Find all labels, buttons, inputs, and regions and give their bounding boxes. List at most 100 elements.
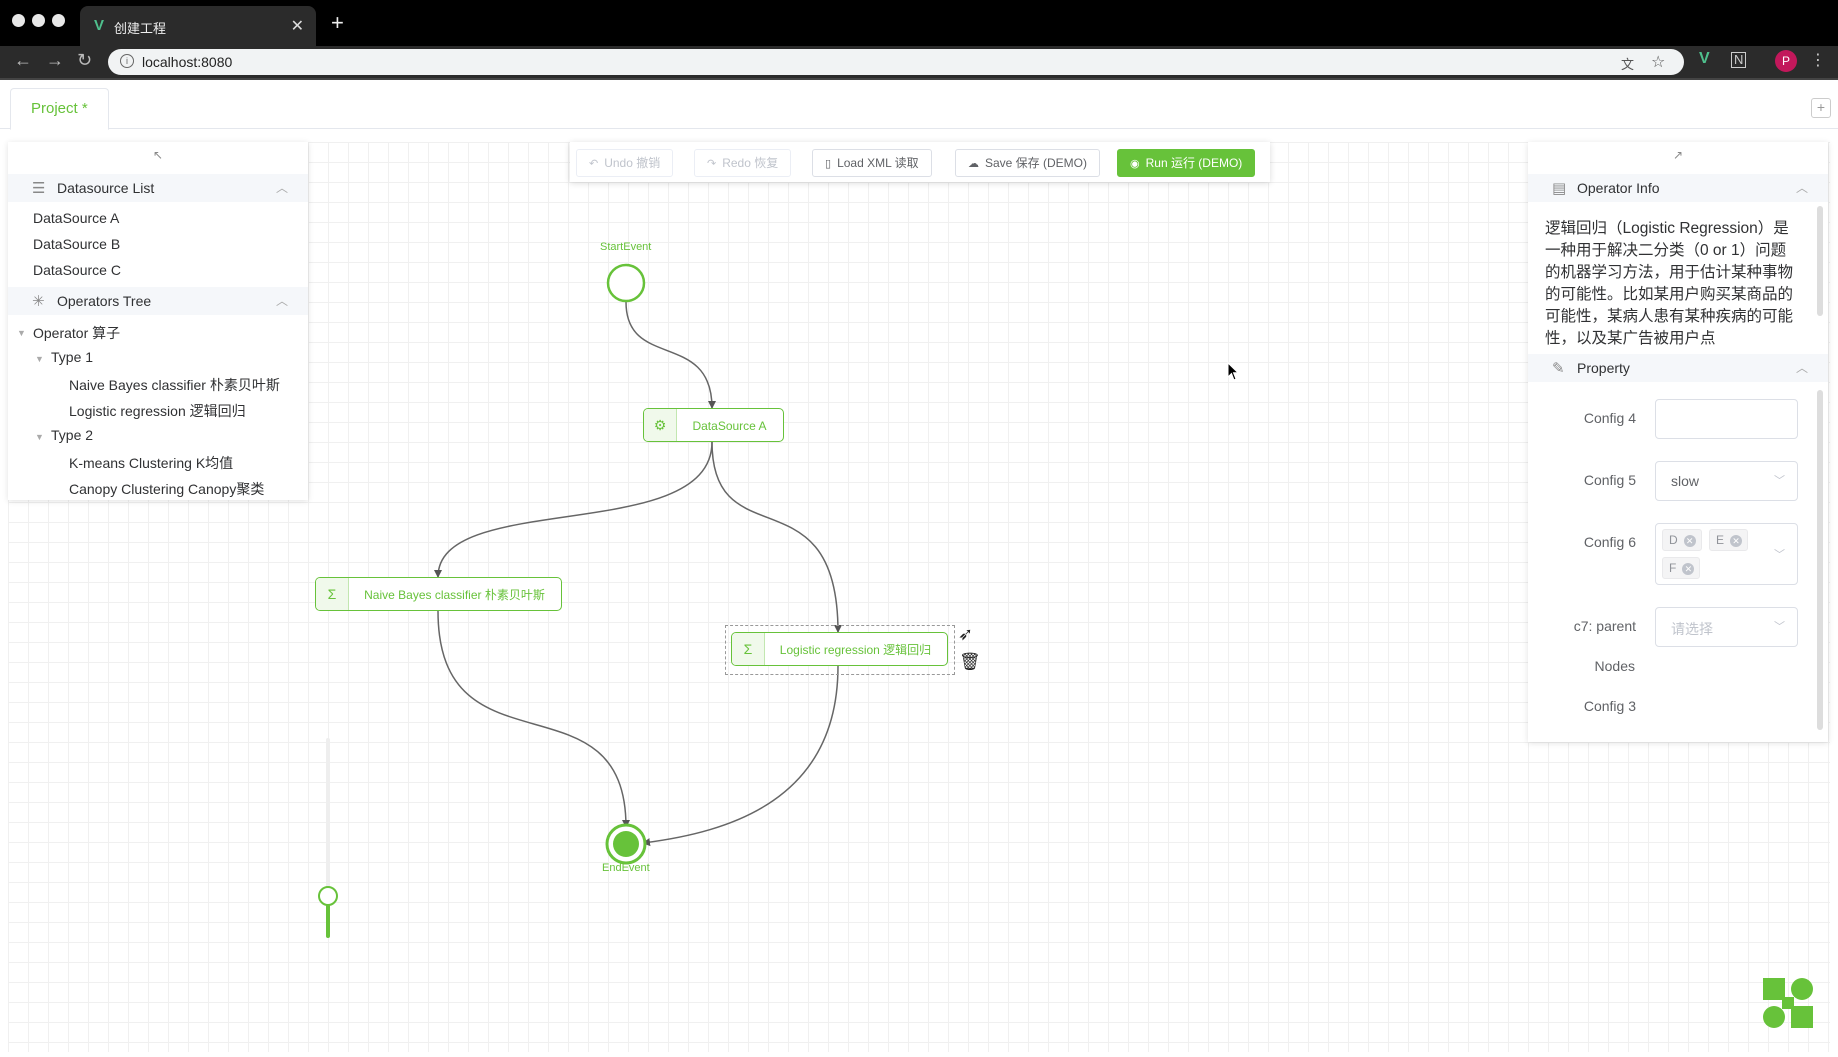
edit-icon: ✎ <box>1552 360 1565 377</box>
tag-chip: F ✕ <box>1662 557 1701 579</box>
site-info-icon[interactable]: i <box>120 54 134 68</box>
redo-button[interactable]: ↷ Redo 恢复 <box>694 149 792 177</box>
gear-icon: ⚙ <box>644 409 677 441</box>
extension-icon[interactable]: N <box>1731 52 1747 68</box>
operators-tree-title: Operators Tree <box>57 293 152 309</box>
config5-value: slow <box>1671 473 1700 489</box>
start-event-label: StartEvent <box>600 241 652 253</box>
chevron-up-icon: ︿ <box>1795 181 1808 195</box>
config4-label: Config 4 <box>1583 410 1636 426</box>
translate-icon[interactable]: 文 <box>1621 54 1634 73</box>
save-label: Save 保存 (DEMO) <box>985 156 1088 170</box>
property-scrollbar[interactable] <box>1817 390 1823 730</box>
c7-placeholder: 请选择 <box>1671 621 1713 637</box>
operator-info-header[interactable]: ▤ Operator Info ︿ <box>1528 174 1828 202</box>
close-circle-icon[interactable]: ✕ <box>1683 535 1696 547</box>
tree-leaf[interactable]: Canopy Clustering Canopy聚类 <box>69 479 264 499</box>
close-tab-icon[interactable]: ✕ <box>291 16 304 36</box>
tree-leaf[interactable]: K-means Clustering K均值 <box>69 453 233 473</box>
loading-spinner-icon: ✳ <box>32 293 45 310</box>
minimize-window-dot[interactable] <box>32 14 45 27</box>
datasource-item[interactable]: DataSource B <box>33 236 120 252</box>
new-tab-icon[interactable]: + <box>331 10 344 36</box>
document-icon: ▯ <box>825 158 832 170</box>
reload-icon[interactable]: ↻ <box>77 50 92 71</box>
config5-select[interactable]: slow ﹀ <box>1655 461 1798 501</box>
datasource-item[interactable]: DataSource A <box>33 210 119 226</box>
nodes-label: Nodes <box>1594 658 1635 674</box>
datasource-list-header[interactable]: ☰ Datasource List ︿ <box>8 174 308 202</box>
app-logo-icon <box>1763 978 1813 1028</box>
config5-label: Config 5 <box>1583 472 1636 488</box>
connect-arrow-icon[interactable]: ➶ <box>958 624 973 645</box>
chevron-up-icon: ︿ <box>275 181 288 195</box>
property-header[interactable]: ✎ Property ︿ <box>1528 354 1828 382</box>
mouse-cursor-icon <box>1227 362 1240 381</box>
config6-label: Config 6 <box>1583 534 1636 550</box>
tag-label: E <box>1716 533 1725 547</box>
operator-info-text: 逻辑回归（Logistic Regression）是一种用于解决二分类（0 or… <box>1545 220 1794 347</box>
caret-down-icon[interactable]: ▼ <box>35 432 44 442</box>
load-label: Load XML 读取 <box>837 156 919 170</box>
c7-parent-cascader[interactable]: 请选择 ﹀ <box>1655 607 1798 647</box>
tree-leaf[interactable]: Logistic regression 逻辑回归 <box>69 401 246 421</box>
browser-tab[interactable]: V 创建工程 ✕ <box>80 6 316 46</box>
tag-label: D <box>1669 533 1678 547</box>
tree-node-type2[interactable]: Type 2 <box>51 427 93 443</box>
config6-multiselect[interactable]: D ✕ E ✕ F ✕ ﹀ <box>1655 523 1798 585</box>
node-logistic-regression[interactable]: Σ Logistic regression 逻辑回归 <box>731 632 948 666</box>
collapse-panel-icon[interactable]: ↖ <box>153 148 163 162</box>
datasource-item[interactable]: DataSource C <box>33 262 121 278</box>
plus-square-icon[interactable]: + <box>1811 98 1831 118</box>
c7-label: c7: parent <box>1573 618 1636 634</box>
tree-leaf[interactable]: Naive Bayes classifier 朴素贝叶斯 <box>69 375 280 395</box>
bookmark-star-icon[interactable]: ☆ <box>1651 52 1665 72</box>
operator-info-title: Operator Info <box>1577 180 1660 196</box>
project-tabs-bar: Project * + <box>0 80 1838 130</box>
tag-chip: D ✕ <box>1662 529 1702 551</box>
chevron-down-icon: ﹀ <box>1774 621 1785 633</box>
end-event-label: EndEvent <box>602 862 650 874</box>
undo-button[interactable]: ↶ Undo 撤销 <box>576 149 674 177</box>
zoom-window-dot[interactable] <box>52 14 65 27</box>
zoom-slider-handle[interactable] <box>318 886 338 906</box>
close-window-dot[interactable] <box>12 14 25 27</box>
browser-tab-title: 创建工程 <box>114 21 167 36</box>
expand-panel-icon[interactable]: ↗ <box>1673 148 1683 162</box>
caret-down-icon[interactable]: ▼ <box>35 354 44 364</box>
document-icon: ▤ <box>1552 180 1567 197</box>
redo-label: Redo 恢复 <box>722 156 779 170</box>
info-scrollbar[interactable] <box>1817 206 1823 316</box>
run-label: Run 运行 (DEMO) <box>1145 156 1243 170</box>
run-button[interactable]: ◉ Run 运行 (DEMO) <box>1117 149 1256 177</box>
back-icon[interactable]: ← <box>14 50 32 71</box>
node-label: Naive Bayes classifier 朴素贝叶斯 <box>364 588 545 602</box>
avatar[interactable]: P <box>1775 50 1797 72</box>
delete-trash-icon[interactable]: 🗑 <box>959 652 981 672</box>
close-circle-icon[interactable]: ✕ <box>1730 535 1743 547</box>
tree-node-type1[interactable]: Type 1 <box>51 349 93 365</box>
address-bar[interactable]: i localhost:8080 文 ☆ <box>108 49 1684 75</box>
config3-label: Config 3 <box>1583 698 1636 714</box>
save-button[interactable]: ☁ Save 保存 (DEMO) <box>955 149 1101 177</box>
config4-input[interactable] <box>1655 399 1798 439</box>
browser-tab-strip: V 创建工程 ✕ + <box>0 0 1838 46</box>
chevron-down-icon: ﹀ <box>1774 475 1785 487</box>
operators-tree-header[interactable]: ✳ Operators Tree ︿ <box>8 287 308 315</box>
tree-node-root[interactable]: Operator 算子 <box>33 323 120 343</box>
forward-icon[interactable]: → <box>46 50 64 71</box>
caret-down-icon[interactable]: ▼ <box>17 328 26 338</box>
tab-project[interactable]: Project * <box>10 88 109 130</box>
load-xml-button[interactable]: ▯ Load XML 读取 <box>812 149 932 177</box>
vue-devtools-icon[interactable]: V <box>1699 50 1710 68</box>
cloud-upload-icon: ☁ <box>968 158 979 170</box>
undo-label: Undo 撤销 <box>604 156 661 170</box>
close-circle-icon[interactable]: ✕ <box>1682 563 1695 575</box>
node-label: Logistic regression 逻辑回归 <box>779 643 932 657</box>
chevron-down-icon: ﹀ <box>1774 549 1785 561</box>
more-menu-icon[interactable]: ⋮ <box>1810 50 1826 70</box>
node-label: DataSource A <box>692 419 767 433</box>
node-datasource-a[interactable]: ⚙ DataSource A <box>643 408 784 442</box>
node-naive-bayes[interactable]: Σ Naive Bayes classifier 朴素贝叶斯 <box>315 577 562 611</box>
play-circle-icon: ◉ <box>1130 158 1140 170</box>
